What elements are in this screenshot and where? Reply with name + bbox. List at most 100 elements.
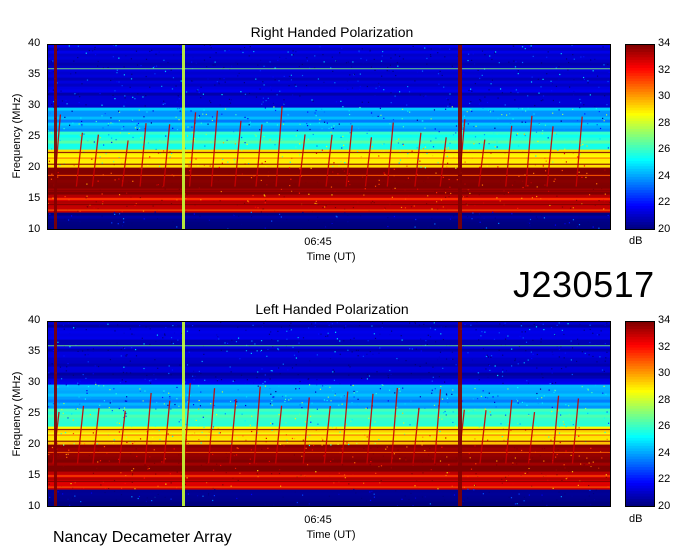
noise-pixel bbox=[132, 473, 134, 475]
noise-pixel bbox=[131, 425, 133, 428]
noise-pixel bbox=[414, 322, 417, 325]
noise-pixel bbox=[208, 110, 211, 112]
noise-pixel bbox=[378, 438, 380, 441]
noise-pixel bbox=[155, 408, 157, 410]
noise-pixel bbox=[541, 215, 543, 217]
noise-pixel bbox=[497, 191, 499, 194]
noise-pixel bbox=[265, 99, 267, 102]
noise-pixel bbox=[126, 205, 128, 207]
noise-pixel bbox=[68, 45, 70, 47]
noise-pixel bbox=[467, 352, 469, 354]
noise-pixel bbox=[542, 95, 545, 97]
noise-pixel bbox=[188, 424, 190, 426]
noise-pixel bbox=[462, 130, 464, 132]
noise-pixel bbox=[271, 404, 273, 406]
noise-pixel bbox=[196, 495, 199, 497]
noise-pixel bbox=[305, 447, 307, 449]
noise-pixel bbox=[148, 380, 151, 382]
noise-pixel bbox=[403, 144, 405, 146]
noise-pixel bbox=[357, 349, 359, 352]
noise-pixel bbox=[324, 226, 327, 228]
noise-pixel bbox=[276, 124, 279, 126]
noise-pixel bbox=[541, 373, 543, 375]
noise-pixel bbox=[371, 146, 373, 148]
noise-pixel bbox=[74, 327, 76, 330]
noise-pixel bbox=[300, 178, 302, 180]
noise-pixel bbox=[571, 373, 573, 376]
noise-pixel bbox=[504, 414, 507, 416]
y-tick-label: 30 bbox=[28, 99, 41, 111]
noise-pixel bbox=[216, 80, 218, 83]
noise-pixel bbox=[86, 183, 88, 185]
noise-pixel bbox=[536, 392, 538, 395]
noise-pixel bbox=[603, 370, 605, 372]
noise-pixel bbox=[105, 153, 107, 155]
noise-pixel bbox=[488, 364, 491, 367]
noise-pixel bbox=[444, 381, 446, 383]
noise-pixel bbox=[101, 104, 103, 106]
noise-pixel bbox=[560, 346, 562, 348]
noise-pixel bbox=[572, 424, 574, 426]
noise-pixel bbox=[349, 339, 352, 341]
noise-pixel bbox=[444, 456, 447, 458]
noise-pixel bbox=[316, 181, 319, 183]
noise-pixel bbox=[358, 322, 361, 324]
noise-pixel bbox=[421, 70, 424, 72]
noise-pixel bbox=[224, 81, 226, 83]
noise-pixel bbox=[590, 447, 592, 449]
noise-pixel bbox=[521, 331, 523, 333]
noise-pixel bbox=[582, 76, 585, 79]
noise-pixel bbox=[169, 156, 171, 158]
noise-pixel bbox=[79, 96, 81, 98]
noise-pixel bbox=[108, 460, 110, 462]
noise-pixel bbox=[380, 169, 382, 171]
noise-pixel bbox=[471, 90, 473, 92]
noise-pixel bbox=[518, 493, 520, 495]
noise-pixel bbox=[206, 66, 208, 68]
noise-pixel bbox=[441, 74, 443, 77]
noise-pixel bbox=[299, 168, 301, 170]
noise-pixel bbox=[566, 341, 569, 344]
noise-pixel bbox=[335, 101, 338, 103]
noise-pixel bbox=[279, 373, 281, 375]
noise-pixel bbox=[307, 138, 309, 140]
noise-pixel bbox=[214, 64, 216, 66]
noise-pixel bbox=[315, 200, 317, 202]
noise-pixel bbox=[267, 171, 270, 173]
noise-pixel bbox=[447, 105, 449, 107]
noise-pixel bbox=[375, 87, 377, 89]
noise-pixel bbox=[546, 56, 548, 58]
noise-pixel bbox=[521, 401, 524, 404]
noise-pixel bbox=[435, 192, 438, 194]
noise-pixel bbox=[267, 447, 269, 449]
noise-pixel bbox=[446, 166, 448, 168]
noise-pixel bbox=[601, 369, 604, 371]
noise-pixel bbox=[412, 504, 414, 507]
noise-pixel bbox=[373, 333, 375, 335]
noise-pixel bbox=[502, 382, 504, 384]
noise-pixel bbox=[398, 162, 400, 164]
noise-pixel bbox=[474, 445, 476, 447]
noise-pixel bbox=[107, 349, 109, 351]
noise-pixel bbox=[599, 138, 601, 140]
noise-pixel bbox=[231, 339, 233, 341]
noise-pixel bbox=[152, 205, 154, 207]
y-tick-label: 25 bbox=[28, 130, 41, 142]
noise-pixel bbox=[107, 124, 109, 127]
noise-pixel bbox=[63, 128, 65, 130]
noise-pixel bbox=[68, 449, 70, 451]
noise-pixel bbox=[103, 144, 105, 146]
noise-pixel bbox=[430, 140, 432, 142]
noise-pixel bbox=[497, 118, 499, 120]
noise-pixel bbox=[145, 326, 147, 328]
noise-pixel bbox=[224, 50, 226, 52]
noise-pixel bbox=[111, 411, 113, 413]
noise-pixel bbox=[352, 384, 354, 387]
noise-pixel bbox=[414, 497, 417, 499]
noise-pixel bbox=[243, 202, 246, 204]
noise-pixel bbox=[567, 69, 569, 71]
noise-pixel bbox=[536, 186, 538, 188]
noise-pixel bbox=[563, 212, 565, 214]
noise-pixel bbox=[262, 382, 264, 385]
y-tick-label: 10 bbox=[28, 500, 41, 512]
